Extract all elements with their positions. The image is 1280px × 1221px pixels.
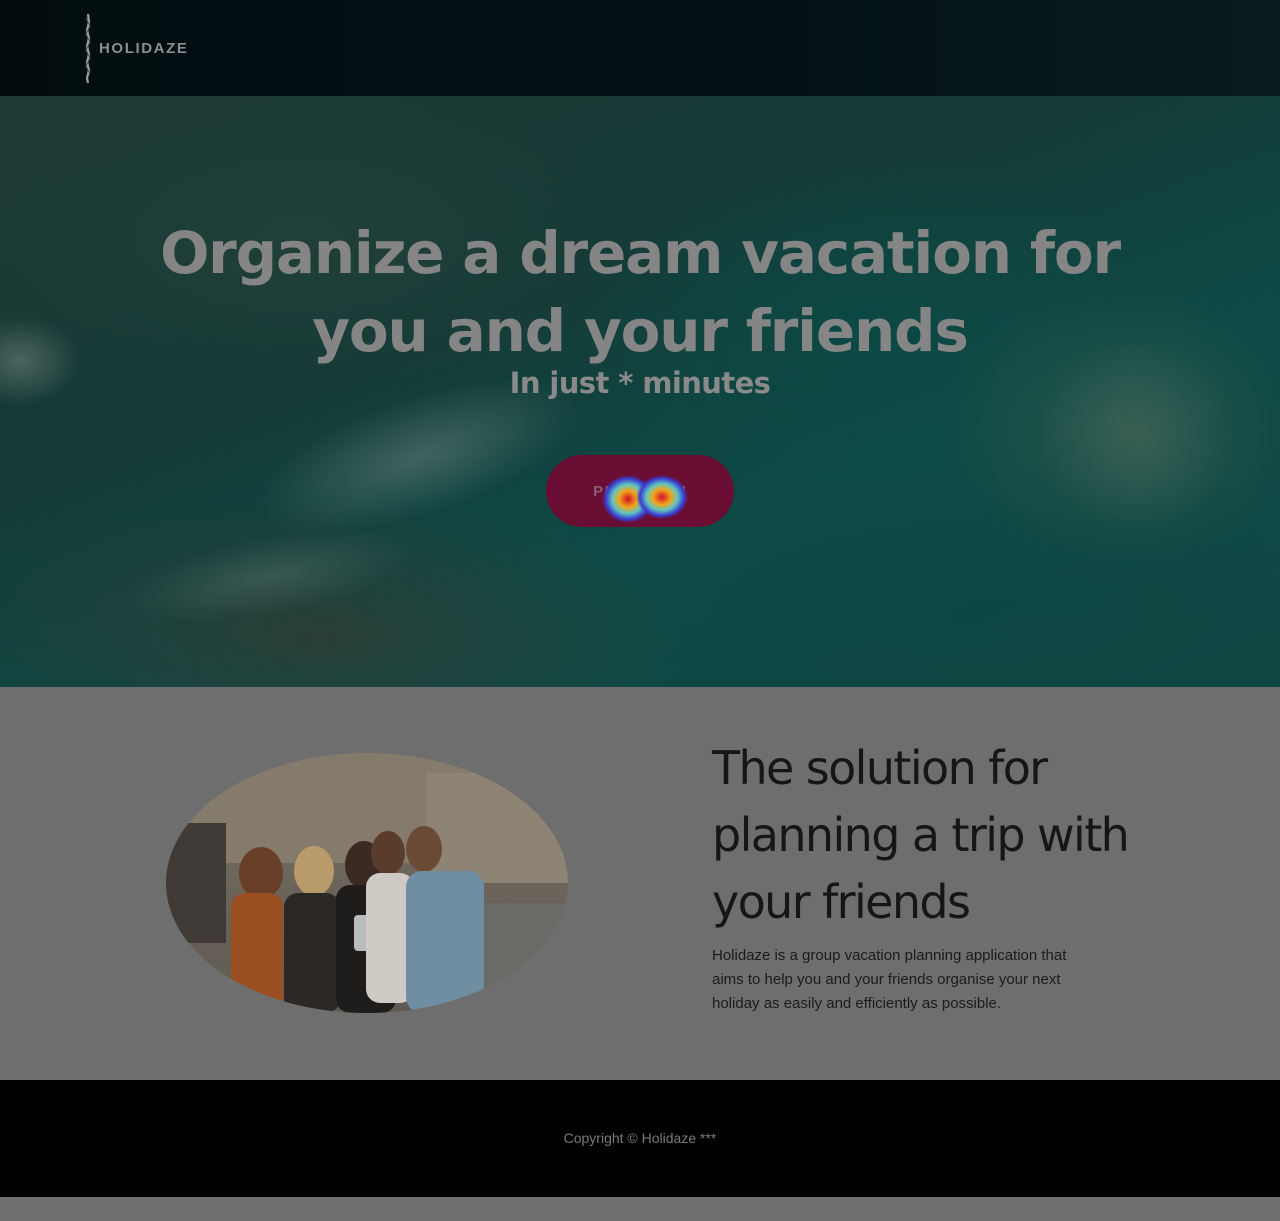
footer: Copyright © Holidaze *** [0,1080,1280,1197]
hero-surf-shape [115,510,425,642]
hero-title: Organize a dream vacation for you and yo… [160,219,1121,365]
about-title: The solution for planning a trip with yo… [712,741,1130,929]
hero-surf-shape [0,316,80,406]
copyright-text: Copyright © Holidaze *** [563,1130,717,1146]
hero-subtitle: In just * minutes [509,366,771,400]
plan-now-button[interactable]: PLAN NOW [546,455,734,527]
navbar: HOLIDAZE [0,0,1280,96]
about-description: Holidaze is a group vacation planning ap… [712,947,1067,1012]
brand-link[interactable]: HOLIDAZE [82,12,188,84]
brand-name: HOLIDAZE [99,39,189,57]
brush-stroke-logo-icon [82,12,94,84]
about-section: The solution for planning a trip with yo… [0,687,1280,1080]
hero-section: Organize a dream vacation for you and yo… [0,96,1280,687]
friends-group-photo [166,753,568,1013]
